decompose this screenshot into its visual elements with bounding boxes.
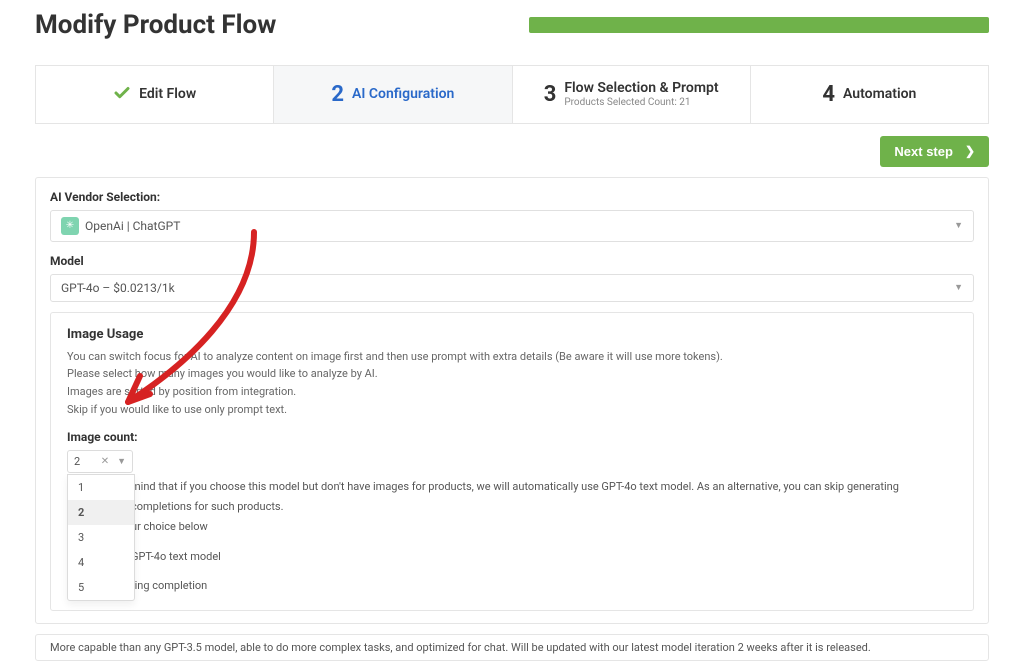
chevron-down-icon: ▼ <box>954 220 963 231</box>
progress-bar <box>529 17 989 33</box>
chevron-down-icon: ▼ <box>954 282 963 293</box>
next-step-button[interactable]: Next step ❯ <box>880 136 989 167</box>
model-value: GPT-4o – $0.0213/1k <box>61 281 175 295</box>
image-count-option-3[interactable]: 3 <box>68 525 134 550</box>
step-flow-selection[interactable]: 3 Flow Selection & Prompt Products Selec… <box>513 66 751 123</box>
vendor-selection-label: AI Vendor Selection: <box>50 190 974 204</box>
step-number: 3 <box>544 82 557 107</box>
wizard-steps: Edit Flow 2 AI Configuration 3 Flow Sele… <box>35 65 989 124</box>
clear-icon[interactable]: ✕ <box>101 456 109 467</box>
openai-icon: ✳ <box>61 217 79 235</box>
step-sublabel: Products Selected Count: 21 <box>564 97 718 109</box>
image-count-option-5[interactable]: 5 <box>68 575 134 600</box>
config-panel: AI Vendor Selection: ✳ OpenAi | ChatGPT … <box>35 177 989 624</box>
model-label: Model <box>50 254 974 268</box>
step-label: Flow Selection & Prompt <box>564 80 718 97</box>
next-step-label: Next step <box>894 144 953 159</box>
step-number: 4 <box>822 82 835 107</box>
model-description: More capable than any GPT-3.5 model, abl… <box>35 634 989 661</box>
vendor-select[interactable]: ✳ OpenAi | ChatGPT ▼ <box>50 210 974 242</box>
step-label: Edit Flow <box>139 86 196 102</box>
check-icon <box>113 84 131 105</box>
vendor-value: OpenAi | ChatGPT <box>85 219 180 233</box>
model-select[interactable]: GPT-4o – $0.0213/1k ▼ <box>50 274 974 302</box>
step-automation[interactable]: 4 Automation <box>751 66 988 123</box>
image-count-select[interactable]: 2 ✕ ▼ <box>67 450 133 473</box>
image-usage-title: Image Usage <box>67 327 957 342</box>
image-count-value: 2 <box>74 455 80 468</box>
image-count-option-2[interactable]: 2 <box>68 500 134 525</box>
step-label: Automation <box>843 86 916 102</box>
image-count-label: Image count: <box>67 430 957 444</box>
image-count-option-4[interactable]: 4 <box>68 550 134 575</box>
image-usage-desc: You can switch focus for AI to analyze c… <box>67 348 957 418</box>
image-count-dropdown: 1 2 3 4 5 <box>67 474 135 601</box>
chevron-down-icon: ▼ <box>117 456 126 467</box>
chevron-right-icon: ❯ <box>965 144 975 158</box>
image-usage-panel: Image Usage You can switch focus for AI … <box>50 312 974 611</box>
step-label: AI Configuration <box>352 86 454 102</box>
step-edit-flow[interactable]: Edit Flow <box>36 66 274 123</box>
step-number: 2 <box>331 82 344 107</box>
page-title: Modify Product Flow <box>35 10 276 40</box>
image-usage-hints: mind that if you choose this model but d… <box>131 477 957 596</box>
image-count-option-1[interactable]: 1 <box>68 475 134 500</box>
step-ai-configuration[interactable]: 2 AI Configuration <box>274 66 512 123</box>
